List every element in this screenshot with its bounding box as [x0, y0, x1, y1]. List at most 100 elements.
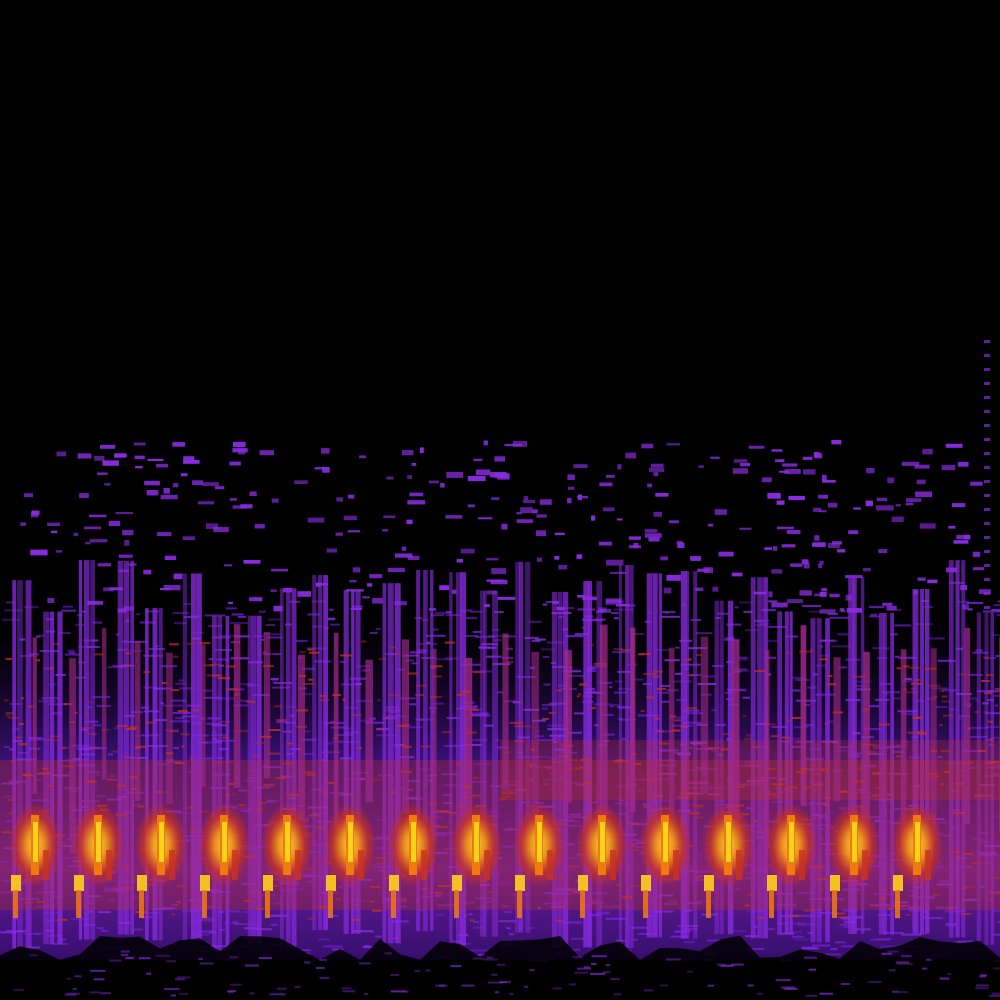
speckle	[733, 459, 748, 463]
noise-streak	[529, 620, 542, 623]
red-streak	[838, 790, 847, 793]
red-streak	[909, 666, 921, 669]
speckle	[24, 493, 33, 498]
noise-streak	[214, 649, 232, 651]
noise-streak	[843, 926, 848, 929]
red-streak	[569, 889, 577, 892]
noise-streak	[3, 746, 10, 748]
speckle	[439, 585, 450, 591]
speckle	[406, 519, 413, 525]
pulse-tail	[139, 890, 144, 918]
red-streak	[50, 667, 54, 670]
floor-streak	[980, 974, 988, 977]
red-streak	[542, 717, 549, 720]
red-streak	[470, 709, 479, 712]
pulse-tail	[202, 890, 207, 918]
red-streak	[514, 739, 525, 742]
noise-streak	[173, 746, 179, 749]
floor-streak	[482, 958, 498, 961]
red-streak	[590, 707, 596, 710]
red-streak	[42, 767, 49, 770]
speckle	[972, 551, 981, 557]
speckle	[270, 589, 277, 593]
red-streak	[955, 783, 962, 786]
speckle	[172, 442, 186, 447]
noise-streak	[65, 653, 82, 656]
speckle	[329, 608, 334, 611]
edge-speckle	[984, 438, 990, 441]
noise-streak	[613, 617, 620, 620]
floor-streak	[487, 981, 503, 984]
red-streak	[302, 683, 315, 685]
floor-streak	[227, 991, 234, 994]
red-streak	[685, 707, 697, 710]
red-stripe	[166, 652, 173, 805]
speckle	[467, 476, 486, 482]
noise-streak	[996, 614, 1000, 616]
floor-streak	[922, 967, 928, 970]
red-streak	[687, 674, 693, 677]
noise-streak	[611, 612, 619, 615]
red-streak	[258, 802, 266, 804]
red-streak	[630, 884, 639, 887]
noise-streak	[739, 658, 749, 661]
red-streak	[268, 729, 281, 731]
speckle	[822, 474, 827, 481]
pulse-tail	[76, 890, 81, 918]
red-streak	[252, 755, 260, 758]
speckle	[94, 455, 105, 461]
red-streak	[819, 658, 829, 661]
speckle	[951, 503, 966, 508]
red-streak	[428, 802, 438, 805]
speckle	[801, 559, 809, 565]
red-streak	[621, 649, 631, 652]
pulse-foot	[452, 875, 462, 891]
red-streak	[256, 742, 265, 744]
speckle	[831, 541, 842, 545]
floor-streak	[72, 988, 77, 990]
noise-streak	[265, 624, 276, 627]
pulse-side	[862, 850, 868, 880]
floor-streak	[244, 964, 259, 967]
floor-streak	[707, 984, 715, 987]
noise-streak	[993, 604, 1000, 607]
speckle	[771, 449, 783, 452]
red-streak	[10, 760, 16, 763]
red-streak	[268, 752, 281, 755]
floor-streak	[665, 958, 681, 961]
noise-streak	[425, 634, 446, 637]
floor-streak	[66, 992, 80, 995]
red-streak	[145, 721, 155, 724]
noise-streak	[621, 738, 626, 741]
red-streak	[820, 768, 829, 771]
red-stripe	[233, 624, 241, 788]
red-streak	[64, 759, 71, 761]
red-streak	[463, 796, 470, 799]
speckle	[215, 486, 225, 490]
floor-streak	[659, 984, 669, 987]
speckle	[30, 549, 48, 556]
floor-streak	[342, 990, 356, 993]
floor-streak	[414, 970, 421, 973]
red-streak	[690, 804, 703, 806]
red-streak	[654, 717, 660, 720]
pulse-tail	[895, 890, 900, 918]
red-streak	[803, 909, 815, 912]
floor-streak	[892, 990, 899, 993]
red-streak	[696, 653, 702, 656]
speckle	[708, 523, 714, 527]
noise-streak	[829, 616, 850, 619]
red-streak	[299, 675, 306, 677]
red-streak	[296, 725, 307, 728]
speckle	[243, 560, 261, 564]
edge-speckle	[984, 494, 990, 497]
floor-streak	[341, 987, 352, 990]
red-streak	[638, 653, 651, 656]
edge-speckle	[984, 382, 990, 385]
red-streak	[5, 657, 12, 660]
speckle	[395, 553, 413, 558]
floor-streak	[89, 991, 101, 994]
red-streak	[170, 689, 180, 692]
red-streak	[378, 658, 387, 660]
floor-streak	[716, 963, 726, 966]
